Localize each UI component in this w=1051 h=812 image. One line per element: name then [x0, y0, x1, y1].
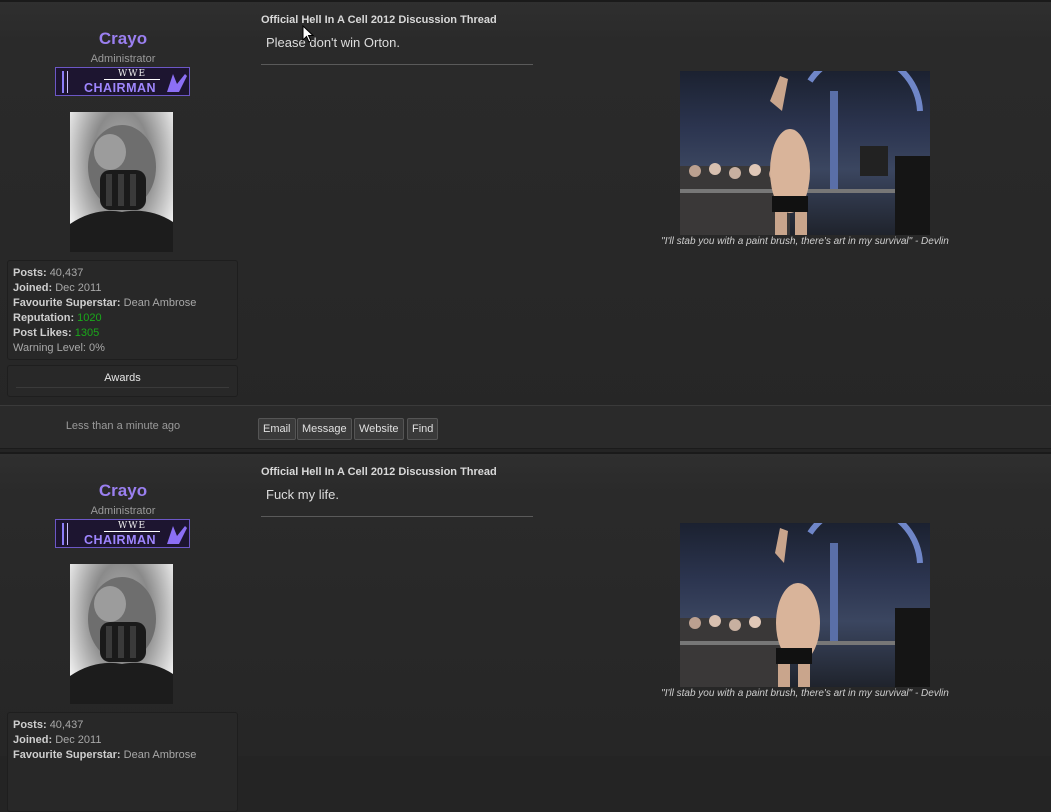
email-button[interactable]: Email: [258, 418, 296, 440]
mouse-cursor-icon: [302, 25, 314, 43]
signature-image: [680, 71, 930, 235]
thread-title: Official Hell In A Cell 2012 Discussion …: [261, 14, 497, 26]
awards-label: Awards: [104, 372, 141, 384]
username-link[interactable]: Crayo: [0, 481, 246, 501]
post-message: Fuck my life.: [266, 487, 339, 502]
signature-caption: "I'll stab you with a paint brush, there…: [661, 236, 949, 247]
rank-logo-icon: [167, 526, 187, 544]
rank-banner-text: CHAIRMAN: [84, 533, 157, 547]
user-title: Administrator: [90, 505, 156, 517]
signature-caption: "I'll stab you with a paint brush, there…: [661, 688, 949, 699]
signature-image: [680, 523, 930, 687]
website-button[interactable]: Website: [354, 418, 404, 440]
post-time: Less than a minute ago: [65, 420, 181, 432]
post-1: Crayo Administrator WWE CHAIRMAN Posts: …: [0, 0, 1051, 449]
rank-banner-wwe: WWE: [104, 69, 160, 80]
post-2: Crayo Administrator WWE CHAIRMAN Posts: …: [0, 452, 1051, 812]
user-stats: Posts: 40,437 Joined: Dec 2011 Favourite…: [7, 712, 238, 812]
user-stats: Posts: 40,437 Joined: Dec 2011 Favourite…: [7, 260, 238, 360]
avatar[interactable]: [70, 112, 173, 252]
signature-divider: [261, 64, 533, 65]
rank-banner: WWE CHAIRMAN: [55, 519, 190, 548]
rank-banner: WWE CHAIRMAN: [55, 67, 190, 96]
post-message: Please don't win Orton.: [266, 35, 400, 50]
post-controls: Less than a minute ago Email Message Web…: [0, 405, 1051, 449]
rank-banner-text: CHAIRMAN: [84, 81, 157, 95]
signature-divider: [261, 516, 533, 517]
awards-toggle[interactable]: Awards: [7, 365, 238, 397]
message-button[interactable]: Message: [297, 418, 352, 440]
post-body: Crayo Administrator WWE CHAIRMAN Posts: …: [0, 454, 1051, 812]
rank-logo-icon: [167, 74, 187, 92]
rank-banner-wwe: WWE: [104, 521, 160, 532]
thread-title: Official Hell In A Cell 2012 Discussion …: [261, 466, 497, 478]
post-body: Crayo Administrator WWE CHAIRMAN Posts: …: [0, 2, 1051, 405]
find-button[interactable]: Find: [407, 418, 439, 440]
avatar[interactable]: [70, 564, 173, 704]
user-title: Administrator: [90, 53, 156, 65]
username-link[interactable]: Crayo: [0, 29, 246, 49]
